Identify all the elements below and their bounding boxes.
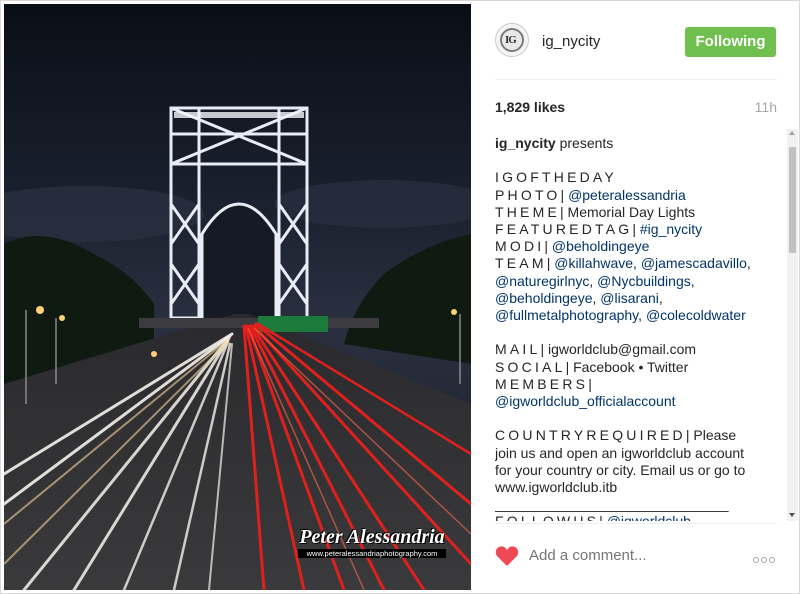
- caption-text: |: [599, 513, 607, 521]
- watermark-url: www.peteralessandriaphotography.com: [298, 549, 446, 558]
- caption-text: ,: [746, 255, 751, 272]
- caption-line: www.igworldclub.itb: [495, 479, 787, 496]
- post-window: Peter Alessandria www.peteralessandriaph…: [0, 0, 800, 594]
- caption-text: FEATUREDTAG: [495, 221, 633, 237]
- caption-line: join us and open an igworldclub account: [495, 445, 787, 462]
- mention-link[interactable]: @igworldclub_officialaccount: [495, 393, 676, 409]
- mention-link[interactable]: @fullmetalphotography: [495, 307, 638, 323]
- caption-username-link[interactable]: ig_nycity: [495, 135, 556, 151]
- header-divider: [495, 79, 777, 80]
- heart-icon[interactable]: [495, 545, 519, 572]
- caption-text: TEAM: [495, 255, 547, 272]
- mention-link[interactable]: @Nycbuildings: [597, 273, 691, 289]
- caption-line: THEME| Memorial Day Lights: [495, 204, 787, 221]
- mention-link[interactable]: @beholdingeye: [552, 238, 650, 254]
- caption-text: |: [632, 221, 640, 237]
- post-time[interactable]: 11h: [755, 99, 777, 115]
- post-photo[interactable]: Peter Alessandria www.peteralessandriaph…: [4, 4, 471, 590]
- scroll-thumb[interactable]: [789, 147, 796, 253]
- ellipsis-icon[interactable]: [753, 550, 777, 566]
- comment-bar: [473, 523, 799, 593]
- mention-link[interactable]: @jamescadavillo: [641, 255, 747, 271]
- caption-text: ,: [690, 272, 695, 289]
- likes-count[interactable]: 1,829 likes: [495, 99, 565, 115]
- mention-link[interactable]: @peteralessandria: [568, 187, 686, 203]
- mention-link[interactable]: @naturegirlnyc: [495, 273, 589, 289]
- caption-text: MODI: [495, 238, 545, 255]
- caption-text: |: [588, 375, 592, 392]
- caption-line: @igworldclub_officialaccount: [495, 393, 787, 410]
- following-button[interactable]: Following: [685, 27, 776, 57]
- caption-text: ,: [658, 289, 663, 306]
- mention-link[interactable]: @colecoldwater: [646, 307, 746, 323]
- caption-text: for your country or city. Email us or go…: [495, 461, 746, 478]
- caption-line: @fullmetalphotography, @colecoldwater: [495, 307, 787, 324]
- caption-line: MODI| @beholdingeye: [495, 238, 787, 255]
- caption-text: PHOTO: [495, 186, 561, 203]
- caption-line: @naturegirlnyc, @Nycbuildings,: [495, 273, 787, 290]
- caption-text: COUNTRYREQUIRED: [495, 427, 686, 444]
- scroll-up-arrow-icon[interactable]: [789, 131, 795, 135]
- post-header: IG ig_nycity Following: [473, 1, 799, 79]
- username-link[interactable]: ig_nycity: [542, 33, 600, 50]
- caption: ig_nycity presents IGOFTHEDAY PHOTO| @pete…: [495, 135, 787, 521]
- watermark: Peter Alessandria www.peteralessandriaph…: [292, 526, 452, 558]
- caption-text: SOCIAL: [495, 358, 566, 375]
- caption-line: ______________________________: [495, 496, 787, 513]
- caption-scrollbar[interactable]: [787, 129, 798, 521]
- caption-text: ,: [638, 307, 646, 324]
- caption-text: IGOFTHEDAY: [495, 169, 617, 186]
- mention-link[interactable]: #ig_nycity: [640, 221, 702, 237]
- mention-link[interactable]: @beholdingeye: [495, 290, 593, 306]
- mention-link[interactable]: @lisarani: [600, 290, 659, 306]
- scroll-down-arrow-icon[interactable]: [789, 513, 795, 517]
- caption-text: | Please: [685, 427, 737, 444]
- caption-line: TEAM| @killahwave, @jamescadavillo,: [495, 255, 787, 272]
- caption-line: SOCIAL| Facebook • Twitter: [495, 359, 787, 376]
- caption-text: ,: [633, 255, 641, 272]
- caption-text: join us and open an igworldclub account: [495, 444, 745, 461]
- caption-text: MEMBERS: [495, 375, 589, 392]
- caption-text: | Memorial Day Lights: [560, 203, 696, 220]
- caption-text: MAIL: [495, 341, 541, 358]
- post-details-panel: IG ig_nycity Following 1,829 likes 11h i…: [473, 1, 799, 593]
- comment-input[interactable]: [529, 547, 709, 564]
- bridge-photo-image: [4, 4, 471, 590]
- caption-text: presents: [555, 135, 614, 151]
- avatar[interactable]: IG: [495, 23, 529, 57]
- caption-line: PHOTO| @peteralessandria: [495, 187, 787, 204]
- caption-text: | igworldclub@gmail.com: [540, 341, 697, 358]
- caption-line: IGOFTHEDAY: [495, 169, 787, 186]
- caption-text: THEME: [495, 203, 560, 220]
- caption-scroll-area[interactable]: ig_nycity presents IGOFTHEDAY PHOTO| @pete…: [495, 135, 787, 521]
- caption-line: MAIL| igworldclub@gmail.com: [495, 341, 787, 358]
- caption-text: www.igworldclub.itb: [495, 479, 618, 496]
- caption-text: FOLLOWUS: [495, 513, 599, 521]
- caption-line: MEMBERS|: [495, 376, 787, 393]
- caption-text: |: [560, 186, 569, 203]
- caption-line: FOLLOWUS| @igworldclub: [495, 513, 787, 521]
- caption-line: @beholdingeye, @lisarani,: [495, 290, 787, 307]
- mention-link[interactable]: @killahwave: [554, 255, 633, 271]
- caption-line: ig_nycity presents: [495, 135, 787, 152]
- caption-line: FEATUREDTAG| #ig_nycity: [495, 221, 787, 238]
- caption-text: ______________________________: [495, 496, 729, 513]
- caption-text: |: [544, 238, 552, 255]
- caption-line: COUNTRYREQUIRED| Please: [495, 427, 787, 444]
- caption-line: for your country or city. Email us or go…: [495, 462, 787, 479]
- caption-text: ,: [589, 272, 598, 289]
- mention-link[interactable]: @igworldclub: [607, 513, 691, 521]
- watermark-name: Peter Alessandria: [299, 526, 445, 548]
- caption-text: | Facebook • Twitter: [565, 358, 689, 375]
